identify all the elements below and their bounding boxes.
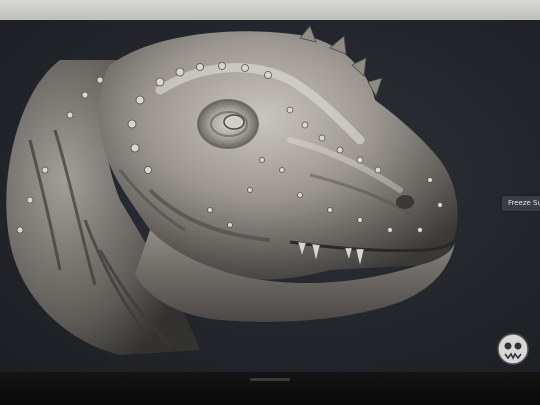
dinosaur-head-sculpt[interactable] [0, 20, 540, 372]
monitor-logo [250, 378, 290, 381]
freeze-subdivision-tooltip: Freeze Su [502, 196, 540, 211]
monitor-top-bezel [0, 0, 540, 20]
skull-face-icon [497, 333, 529, 365]
eye [223, 114, 245, 130]
photo-frame: Freeze Su [0, 0, 540, 405]
sculpt-viewport[interactable]: Freeze Su [0, 20, 540, 372]
monitor-bottom-bezel [0, 372, 540, 405]
nostril [396, 195, 414, 209]
